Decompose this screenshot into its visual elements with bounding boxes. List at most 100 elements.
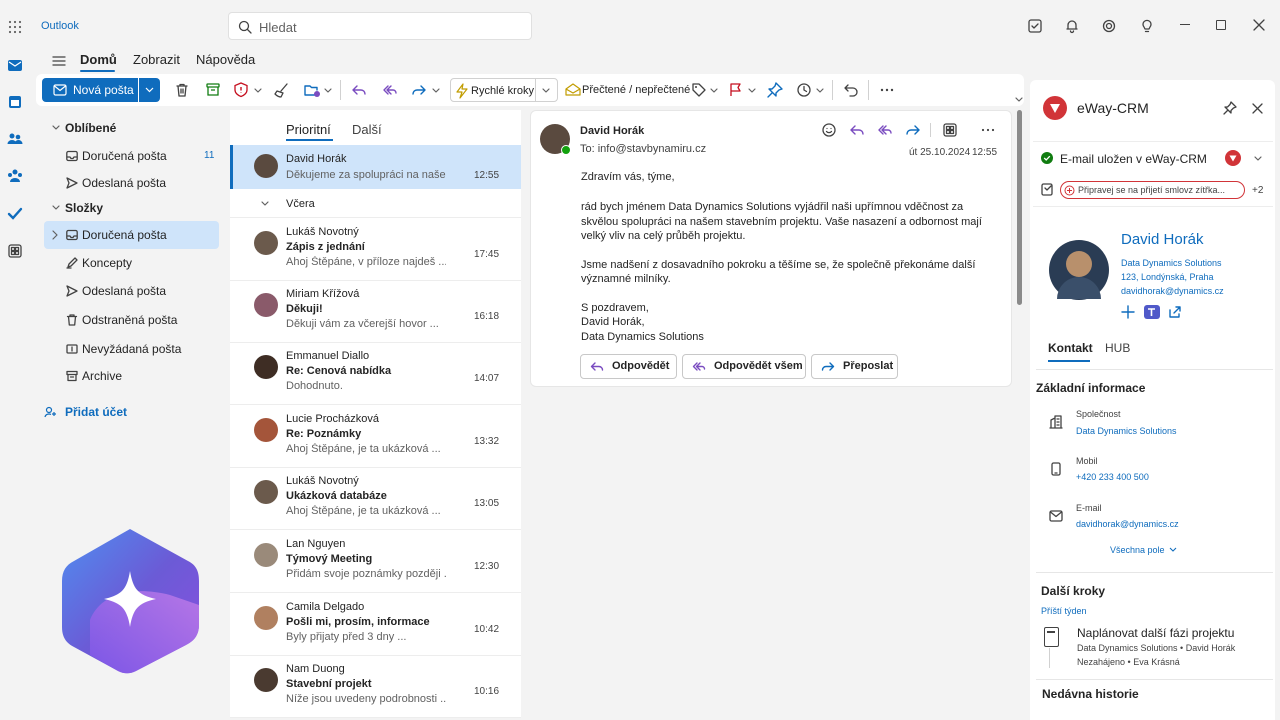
more-options-icon[interactable] [877, 80, 897, 100]
folder-sent[interactable]: Odeslaná pošta [44, 277, 219, 305]
contact-email[interactable]: davidhorak@dynamics.cz [1121, 286, 1224, 296]
message-row[interactable]: Emmanuel Diallo Re: Cenová nabídka Dohod… [230, 343, 521, 405]
more-count-badge[interactable]: +2 [1252, 185, 1263, 196]
group-header-yesterday[interactable]: Včera [230, 189, 521, 218]
archive-icon[interactable] [203, 80, 223, 100]
chevron-right-icon[interactable] [51, 230, 59, 240]
sweep-icon[interactable] [272, 80, 292, 100]
more-options-icon[interactable] [980, 122, 996, 138]
folder-junk[interactable]: Nevyžádaná pošta [44, 335, 219, 363]
folder-deleted[interactable]: Odstraněná pošta [44, 306, 219, 334]
company-value[interactable]: Data Dynamics Solutions [1076, 426, 1177, 436]
todo-nav-icon[interactable] [6, 205, 24, 223]
maximize-icon[interactable] [1216, 20, 1226, 30]
undo-icon[interactable] [841, 80, 861, 100]
emoji-react-icon[interactable] [821, 122, 837, 138]
tab-contact[interactable]: Kontakt [1048, 341, 1093, 355]
folder-drafts[interactable]: Koncepty [44, 249, 219, 277]
message-row[interactable]: Lukáš Novotný Zápis z jednání Ahoj Štěpá… [230, 219, 521, 281]
chevron-down-icon[interactable] [1014, 96, 1024, 104]
folder-inbox[interactable]: Doručená pošta [44, 221, 219, 249]
search-input[interactable]: Hledat [228, 12, 532, 40]
lightbulb-icon[interactable] [1139, 18, 1155, 34]
flag-icon[interactable] [726, 80, 746, 100]
reply-icon[interactable] [849, 122, 865, 138]
message-row[interactable]: Lucie Procházková Re: Poznámky Ahoj Štěp… [230, 406, 521, 468]
favorites-header[interactable]: Oblíbené [65, 121, 116, 135]
reply-button[interactable]: Odpovědět [580, 354, 677, 379]
message-row[interactable]: Lukáš Novotný Ukázková databáze Ahoj Ště… [230, 468, 521, 530]
chevron-down-icon[interactable] [323, 80, 333, 100]
chevron-down-icon[interactable] [51, 123, 61, 133]
chevron-down-icon[interactable] [1253, 155, 1263, 163]
tab-hub[interactable]: HUB [1105, 341, 1130, 355]
hamburger-menu-icon[interactable] [52, 55, 66, 67]
read-unread-label[interactable]: Přečtené / nepřečtené [582, 84, 690, 96]
message-row[interactable]: Camila Delgado Pošli mi, prosím, informa… [230, 594, 521, 656]
tab-other[interactable]: Další [352, 122, 382, 137]
pin-icon[interactable] [1223, 101, 1237, 115]
pin-icon[interactable] [765, 80, 785, 100]
reply-all-button[interactable]: Odpovědět všem [682, 354, 806, 379]
move-to-folder-icon[interactable] [302, 80, 322, 100]
apps-icon[interactable] [942, 122, 958, 138]
reading-sender[interactable]: David Horák [580, 125, 644, 137]
task-add-icon[interactable] [1041, 182, 1055, 196]
task-title[interactable]: Naplánovat další fázi projektu [1077, 626, 1234, 640]
message-row[interactable]: Nam Duong Stavební projekt Níže jsou uve… [230, 656, 521, 718]
app-launcher-icon[interactable] [8, 20, 22, 34]
all-fields-link[interactable]: Všechna pole [1110, 545, 1190, 559]
report-icon[interactable] [231, 80, 251, 100]
delete-icon[interactable] [172, 80, 192, 100]
snooze-icon[interactable] [794, 80, 814, 100]
reply-all-icon[interactable] [380, 80, 400, 100]
close-window-icon[interactable] [1253, 19, 1265, 31]
tab-focused[interactable]: Prioritní [286, 122, 331, 137]
teams-icon[interactable] [1144, 305, 1160, 319]
favorite-inbox[interactable]: Doručená pošta 11 [44, 142, 219, 170]
chevron-down-icon[interactable] [709, 80, 719, 100]
tag-icon[interactable] [689, 80, 709, 100]
chevron-down-icon[interactable] [431, 80, 441, 100]
mobile-value[interactable]: +420 233 400 500 [1076, 472, 1149, 482]
chevron-down-icon[interactable] [815, 80, 825, 100]
tab-help[interactable]: Nápověda [196, 52, 255, 67]
add-icon[interactable] [1121, 305, 1135, 319]
tab-view[interactable]: Zobrazit [133, 52, 180, 67]
scrollbar-thumb[interactable] [1017, 110, 1022, 305]
forward-icon[interactable] [905, 122, 921, 138]
chevron-down-icon[interactable] [51, 203, 61, 213]
quick-steps-button[interactable]: Rychlé kroky [450, 78, 558, 102]
apps-nav-icon[interactable] [6, 242, 24, 260]
chevron-down-icon[interactable] [747, 80, 757, 100]
tab-home[interactable]: Domů [80, 52, 117, 67]
reply-all-icon[interactable] [877, 122, 893, 138]
message-row-selected[interactable]: David Horák Děkujeme za spolupráci na na… [230, 145, 521, 189]
minimize-icon[interactable] [1180, 24, 1190, 25]
add-account-link[interactable]: Přidat účet [44, 404, 194, 422]
contact-address[interactable]: 123, Londýnská, Praha [1121, 272, 1214, 282]
new-mail-button[interactable]: Nová pošta [42, 78, 160, 102]
settings-icon[interactable] [1101, 18, 1117, 34]
contact-company[interactable]: Data Dynamics Solutions [1121, 258, 1222, 268]
email-value[interactable]: davidhorak@dynamics.cz [1076, 519, 1179, 529]
message-row[interactable]: Miriam Křížová Děkuji! Děkuji vám za vče… [230, 281, 521, 343]
chevron-down-icon[interactable] [145, 87, 154, 93]
forward-icon[interactable] [409, 80, 429, 100]
favorite-sent[interactable]: Odeslaná pošta [44, 169, 219, 197]
close-icon[interactable] [1252, 103, 1263, 114]
bell-icon[interactable] [1064, 18, 1080, 34]
share-icon[interactable] [1168, 305, 1182, 319]
folders-header[interactable]: Složky [65, 201, 103, 215]
contact-name[interactable]: David Horák [1121, 231, 1204, 248]
groups-nav-icon[interactable] [6, 167, 24, 185]
mail-nav-icon[interactable] [6, 56, 24, 74]
forward-button[interactable]: Přeposlat [811, 354, 898, 379]
message-row[interactable]: Lan Nguyen Týmový Meeting Přidám svoje p… [230, 531, 521, 593]
reminder-chip[interactable]: Připravej se na přijetí smlovz zítřka... [1060, 181, 1245, 199]
chevron-down-icon[interactable] [253, 80, 263, 100]
read-unread-icon[interactable] [563, 80, 583, 100]
my-day-icon[interactable] [1027, 18, 1043, 34]
folder-archive[interactable]: Archive [44, 362, 219, 390]
people-nav-icon[interactable] [6, 130, 24, 148]
